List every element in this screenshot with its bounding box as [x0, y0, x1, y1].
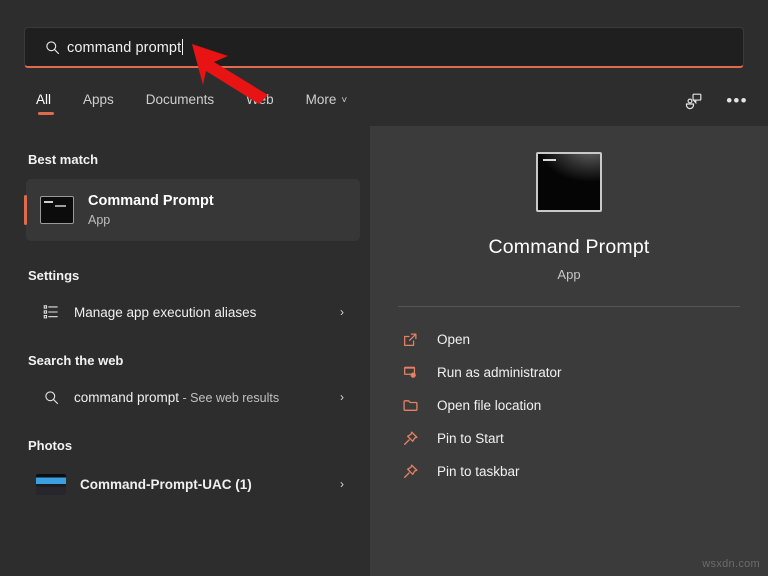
- chevron-down-icon: ˅: [341, 95, 348, 106]
- section-heading-search-the-web: Search the web: [28, 353, 124, 368]
- preview-action-list: Open Run as administrator Open file loca…: [370, 323, 768, 488]
- action-open[interactable]: Open: [370, 323, 768, 356]
- watermark: wsxdn.com: [702, 558, 760, 570]
- tab-documents-label: Documents: [145, 92, 215, 107]
- icon-prompt-line: [543, 159, 556, 161]
- tab-more[interactable]: More ˅: [290, 88, 364, 117]
- folder-icon: [399, 397, 421, 414]
- tab-apps-label: Apps: [83, 92, 114, 107]
- header-icon-group: •••: [680, 89, 750, 113]
- action-pin-to-start[interactable]: Pin to Start: [370, 422, 768, 455]
- command-prompt-icon: [40, 196, 74, 224]
- windows-search-panel: command prompt All Apps Documents Web Mo…: [0, 0, 768, 576]
- selection-indicator: [24, 195, 27, 225]
- action-label: Run as administrator: [437, 365, 562, 380]
- photo-thumbnail-icon: [36, 473, 66, 495]
- more-options-icon[interactable]: •••: [724, 89, 750, 113]
- chevron-right-icon[interactable]: ›: [340, 477, 344, 491]
- section-heading-photos: Photos: [28, 438, 73, 453]
- preview-divider: [398, 306, 740, 307]
- result-web-search[interactable]: command prompt - See web results ›: [26, 378, 360, 416]
- best-match-text: Command Prompt App: [88, 192, 214, 229]
- preview-header: Command Prompt App: [370, 126, 768, 282]
- preview-subtitle: App: [557, 267, 581, 282]
- tab-apps[interactable]: Apps: [67, 88, 130, 117]
- best-match-result[interactable]: Command Prompt App: [24, 179, 360, 241]
- result-manage-app-execution-aliases[interactable]: Manage app execution aliases ›: [26, 293, 360, 331]
- tab-documents[interactable]: Documents: [130, 88, 230, 117]
- result-label: Command-Prompt-UAC (1): [80, 476, 252, 492]
- search-icon: [37, 40, 67, 55]
- preview-panel: Command Prompt App Open Run as administr…: [370, 126, 768, 576]
- result-photo-item[interactable]: Command-Prompt-UAC (1) ›: [26, 465, 360, 503]
- search-input-value[interactable]: command prompt: [67, 38, 184, 56]
- list-settings-icon: [40, 304, 62, 320]
- photo-thumbnail: [36, 473, 66, 495]
- action-pin-to-taskbar[interactable]: Pin to taskbar: [370, 455, 768, 488]
- text-caret: [182, 38, 184, 55]
- result-label: Manage app execution aliases: [74, 304, 257, 320]
- tab-more-label: More: [305, 92, 337, 107]
- tab-web-label: Web: [246, 92, 274, 107]
- section-heading-settings: Settings: [28, 268, 80, 283]
- action-run-as-administrator[interactable]: Run as administrator: [370, 356, 768, 389]
- section-heading-best-match: Best match: [28, 152, 99, 167]
- chevron-right-icon[interactable]: ›: [340, 390, 344, 404]
- action-label: Pin to taskbar: [437, 464, 520, 479]
- action-label: Open file location: [437, 398, 542, 413]
- best-match-subtitle: App: [88, 212, 111, 227]
- filter-tabs: All Apps Documents Web More ˅: [24, 88, 363, 117]
- tab-all-label: All: [36, 92, 52, 107]
- best-match-title: Command Prompt: [88, 192, 214, 209]
- shield-admin-icon: [399, 365, 421, 381]
- feedback-icon[interactable]: [680, 89, 706, 113]
- pin-icon: [399, 463, 421, 480]
- tab-web[interactable]: Web: [230, 88, 290, 117]
- open-external-icon: [399, 332, 421, 348]
- results-list-panel: Best match Command Prompt App Settings M…: [0, 126, 370, 576]
- icon-glare: [538, 154, 600, 210]
- tab-all[interactable]: All: [24, 88, 67, 117]
- pin-icon: [399, 430, 421, 447]
- preview-title: Command Prompt: [488, 236, 650, 258]
- search-icon: [40, 390, 62, 405]
- search-input-text: command prompt: [67, 39, 182, 56]
- action-label: Pin to Start: [437, 431, 504, 446]
- command-prompt-large-icon: [536, 152, 602, 212]
- web-query-text: command prompt: [74, 389, 180, 405]
- result-label: command prompt - See web results: [74, 390, 279, 405]
- search-box[interactable]: command prompt: [24, 27, 744, 68]
- action-open-file-location[interactable]: Open file location: [370, 389, 768, 422]
- chevron-right-icon[interactable]: ›: [340, 305, 344, 319]
- web-results-suffix: - See web results: [179, 390, 280, 405]
- action-label: Open: [437, 332, 471, 347]
